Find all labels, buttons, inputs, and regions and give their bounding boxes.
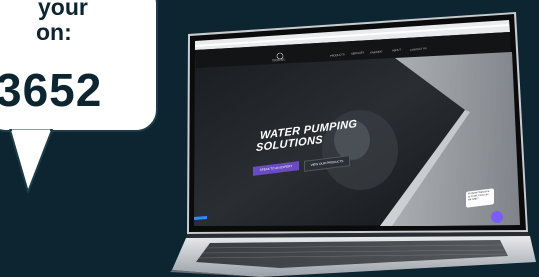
verification-code: 3652 bbox=[0, 64, 103, 116]
chat-launcher-icon[interactable] bbox=[491, 211, 503, 223]
chat-popup[interactable]: Hi there! Welcome to Tricel. How can we … bbox=[466, 188, 494, 208]
bubble-line2: on: bbox=[36, 19, 72, 45]
bubble-line1: your bbox=[38, 0, 88, 20]
